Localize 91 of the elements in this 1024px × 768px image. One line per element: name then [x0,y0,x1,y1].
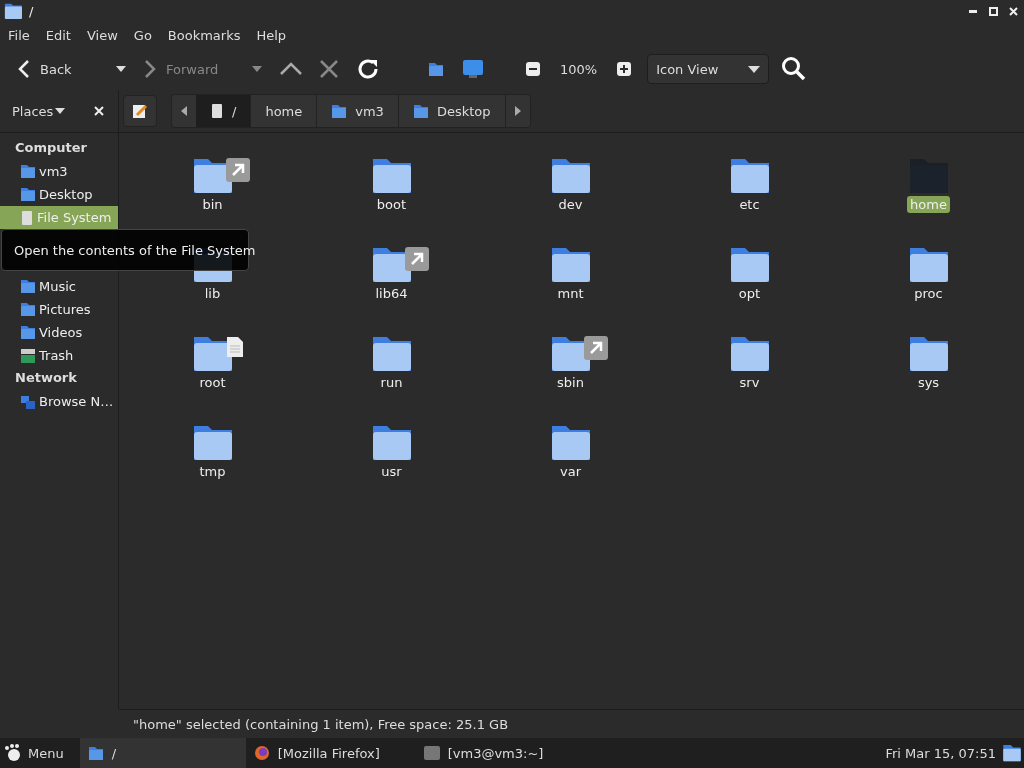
places-dropdown[interactable]: Places [12,103,66,119]
monitor-icon [462,59,484,79]
status-text: "home" selected (containing 1 item), Free space: 25.1 GB [133,716,509,732]
stop-icon [320,60,338,78]
left-chevron-icon [18,59,30,79]
menu-item[interactable]: Edit [45,27,79,43]
section-title: Computer [14,139,89,157]
caret-icon [748,65,761,73]
right-arrow-icon [514,106,521,116]
sidebar-item[interactable]: Desktop [0,183,118,206]
folder-icon [412,103,429,119]
notepad-icon [132,103,148,119]
folder-name[interactable]: srv [736,374,763,391]
folder-name[interactable]: tmp [196,463,229,480]
folder-name[interactable]: opt [735,285,764,302]
folder-icon [4,2,23,20]
globe-icon [253,745,270,761]
folder-name[interactable]: run [377,374,406,391]
close-button[interactable] [92,104,106,118]
edit-location-button[interactable] [123,95,157,127]
window-title: / [28,3,35,19]
shortcut-emblem-icon [405,247,429,271]
clock: Fri Mar 15, 07:51 [885,745,996,761]
taskbar-item[interactable]: / [79,738,246,768]
view-select[interactable]: Icon View [647,54,770,84]
sidebar-item[interactable]: vm3 [0,160,118,183]
network-icon [20,393,36,410]
maximize-icon [988,6,998,16]
shortcut-emblem-icon [584,336,608,360]
folder-icon [20,187,36,202]
minus-icon [526,62,540,76]
folder-icon [20,325,36,340]
folder-name[interactable]: usr [378,463,405,480]
up-chevron-icon [280,62,302,76]
folder-name[interactable]: bin [199,196,226,213]
folder-icon [20,279,36,294]
folder-icon [428,61,444,77]
folder-icon [331,103,348,119]
caret-icon [252,66,262,72]
folder-icon [20,164,36,179]
folder-name[interactable]: sys [914,374,943,391]
folder-icon [1002,743,1022,763]
maximize-button[interactable] [986,4,1000,18]
caret-icon [55,108,66,114]
folder-name[interactable]: lib [201,285,224,302]
folder-icon [87,745,104,761]
section-title: Network [14,369,78,387]
trash-icon [20,347,36,364]
left-arrow-icon [181,106,187,116]
reload-icon [356,57,380,81]
zoom-level: 100% [559,61,599,77]
close-button[interactable] [1006,4,1020,18]
folder-name[interactable]: etc [736,196,763,213]
sidebar-item[interactable]: Pictures [0,298,118,321]
menu-item[interactable]: Help [256,27,295,43]
sidebar-item[interactable]: Videos [0,321,118,344]
drive-icon [210,103,224,119]
folder-name[interactable]: lib64 [372,285,411,302]
folder-name[interactable]: proc [911,285,946,302]
folder-icon [20,302,36,317]
menu-item[interactable]: File [8,27,38,43]
tooltip-text: Open the contents of the File System [14,242,256,258]
menu-item[interactable]: Bookmarks [167,27,249,43]
plus-icon [617,62,632,76]
close-icon [1008,6,1018,16]
folder-name[interactable]: var [557,463,584,480]
drive-icon [20,209,34,226]
document-emblem-icon [226,336,244,358]
sidebar-item[interactable]: Browse N… [0,390,118,413]
right-chevron-icon [144,59,156,79]
back-button[interactable]: Back [12,55,132,83]
taskbar-item[interactable]: [Mozilla Firefox] [245,738,416,768]
paw-icon [4,744,22,762]
terminal-icon [423,746,440,760]
folder-name[interactable]: dev [555,196,586,213]
menu-item[interactable]: Go [133,27,160,43]
path-segment[interactable]: / [196,95,252,127]
taskbar-item[interactable]: [vm3@vm3:~] [415,738,586,768]
folder-name[interactable]: sbin [554,374,587,391]
folder-name[interactable]: root [196,374,229,391]
sidebar-item[interactable]: Trash [0,344,118,367]
minimize-icon [969,9,977,13]
menu-item[interactable]: View [86,27,126,43]
caret-icon [116,66,126,72]
folder-name[interactable]: mnt [554,285,587,302]
sidebar-item[interactable]: Music [0,275,118,298]
shortcut-emblem-icon [226,158,250,182]
search-icon [781,56,808,82]
start-menu-button[interactable]: Menu [0,738,72,768]
folder-name[interactable]: boot [373,196,410,213]
close-icon [94,106,104,116]
